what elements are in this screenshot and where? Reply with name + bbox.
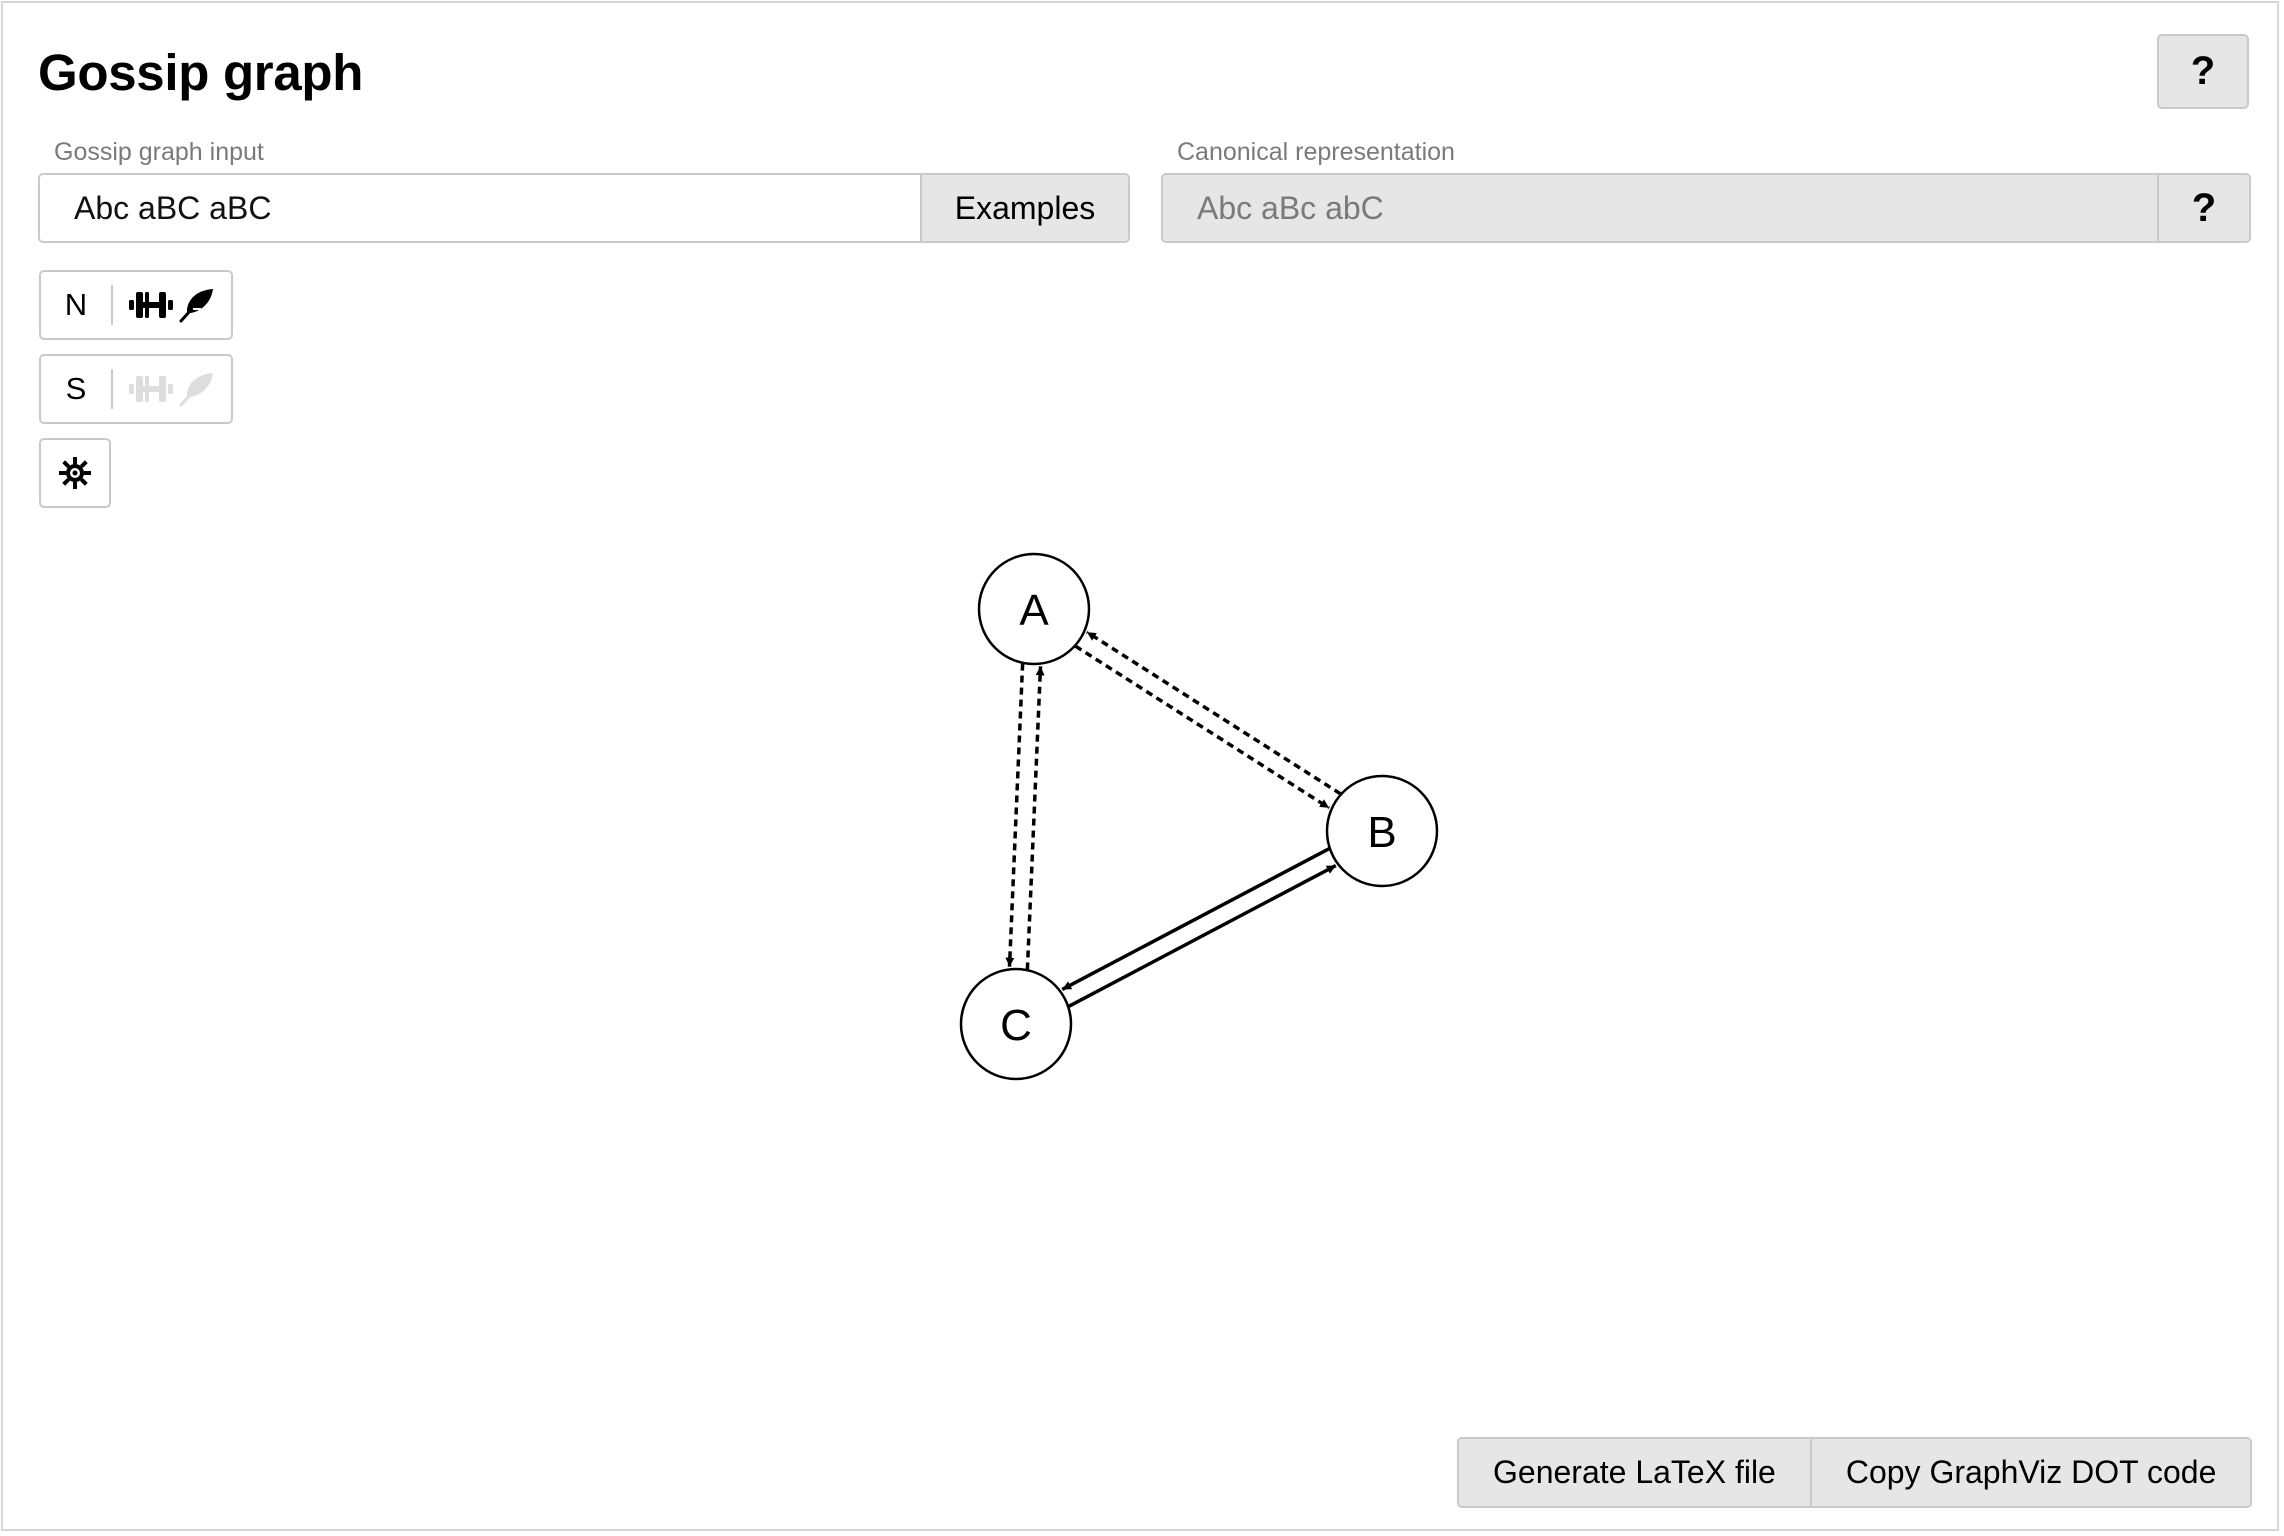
- edge-a-b: [1074, 644, 1331, 810]
- export-actions: Generate LaTeX file Copy GraphViz DOT co…: [1457, 1437, 2253, 1508]
- edge-b-c: [1061, 847, 1330, 991]
- graph-edges: [1005, 630, 1342, 1008]
- app-window: Gossip graph ? Gossip graph input Exampl…: [1, 1, 2279, 1531]
- node-label: A: [1019, 586, 1049, 635]
- edge-a-c: [1005, 663, 1025, 967]
- edge-b-a: [1085, 630, 1342, 796]
- node-b: B: [1325, 774, 1439, 888]
- graph-nodes: A B C: [959, 552, 1439, 1081]
- edge-c-a: [1025, 666, 1045, 970]
- node-a: A: [977, 552, 1091, 666]
- gossip-graph: A B C: [959, 552, 1439, 1081]
- generate-latex-button[interactable]: Generate LaTeX file: [1459, 1439, 1810, 1506]
- node-label: B: [1367, 808, 1396, 857]
- edge-c-b: [1068, 864, 1337, 1008]
- copy-dot-button[interactable]: Copy GraphViz DOT code: [1809, 1439, 2251, 1506]
- node-c: C: [959, 967, 1073, 1081]
- node-label: C: [1000, 1001, 1032, 1050]
